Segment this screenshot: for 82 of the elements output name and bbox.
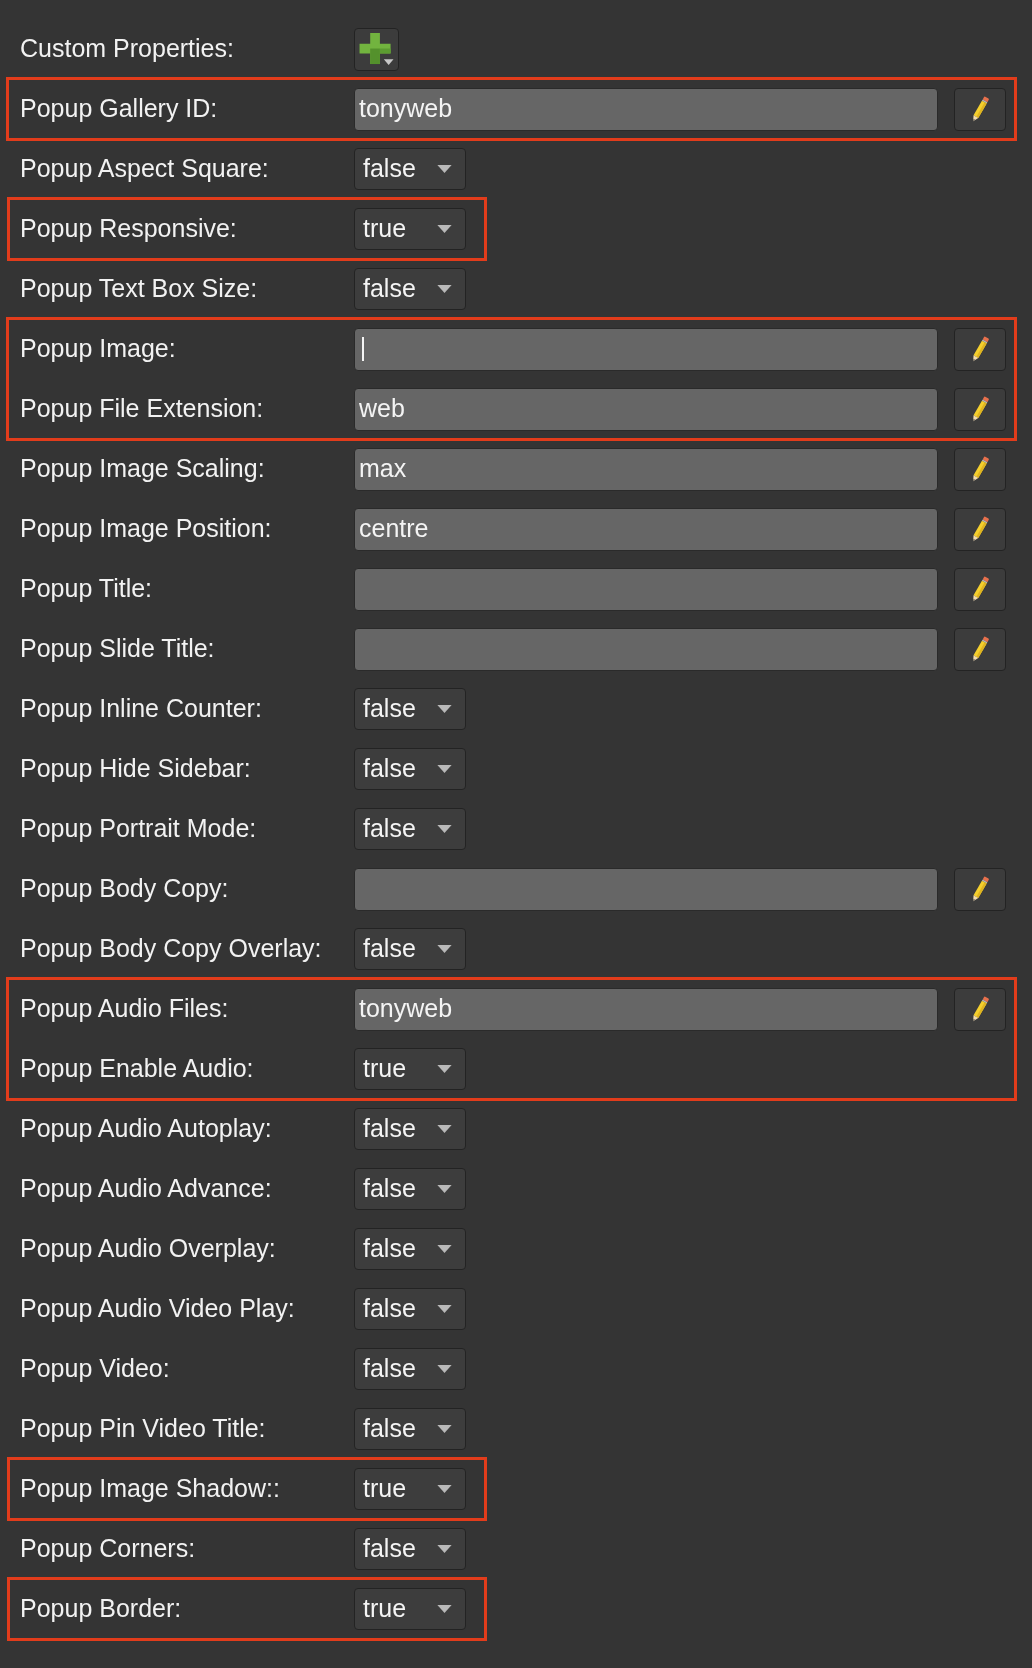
text-field[interactable]: tonyweb	[354, 87, 938, 131]
dropdown[interactable]: true	[354, 208, 466, 250]
add-button[interactable]	[354, 27, 399, 71]
dropdown[interactable]: false	[354, 688, 466, 730]
text-field[interactable]	[354, 867, 938, 911]
property-label: Popup Hide Sidebar:	[20, 753, 251, 785]
property-label: Popup Body Copy Overlay:	[20, 933, 322, 965]
text-field[interactable]: web	[354, 387, 938, 431]
edit-button[interactable]	[954, 567, 1006, 611]
property-label: Popup Portrait Mode:	[20, 813, 257, 845]
edit-button[interactable]	[954, 507, 1006, 551]
caret-icon	[437, 705, 452, 713]
text-field[interactable]: max	[354, 447, 938, 491]
property-label: Popup Enable Audio:	[20, 1053, 254, 1085]
dropdown[interactable]: false	[354, 1408, 466, 1450]
dropdown[interactable]: false	[354, 1108, 466, 1150]
caret-icon	[437, 1185, 452, 1193]
property-label: Popup Text Box Size:	[20, 273, 258, 305]
text-cursor	[362, 337, 364, 361]
property-label: Popup Aspect Square:	[20, 153, 269, 185]
edit-button[interactable]	[954, 87, 1006, 131]
edit-button[interactable]	[954, 447, 1006, 491]
dropdown[interactable]: false	[354, 808, 466, 850]
property-label: Popup File Extension:	[20, 393, 264, 425]
edit-button[interactable]	[954, 387, 1006, 431]
caret-icon	[437, 1305, 452, 1313]
section-label: Custom Properties:	[20, 33, 234, 65]
dropdown[interactable]: false	[354, 1288, 466, 1330]
dropdown[interactable]: false	[354, 1348, 466, 1390]
plus-icon	[358, 32, 395, 66]
dropdown[interactable]: false	[354, 748, 466, 790]
property-label: Popup Audio Autoplay:	[20, 1113, 272, 1145]
dropdown[interactable]: false	[354, 928, 466, 970]
property-label: Popup Inline Counter:	[20, 693, 262, 725]
property-label: Popup Border:	[20, 1593, 182, 1625]
dropdown[interactable]: false	[354, 1168, 466, 1210]
caret-icon	[437, 825, 452, 833]
property-label: Popup Image Scaling:	[20, 453, 265, 485]
caret-icon	[437, 1545, 452, 1553]
property-label: Popup Title:	[20, 573, 153, 605]
property-label: Popup Audio Video Play:	[20, 1293, 295, 1325]
property-label: Popup Corners:	[20, 1533, 196, 1565]
property-label: Popup Image Position:	[20, 513, 272, 545]
caret-icon	[437, 1245, 452, 1253]
dropdown[interactable]: true	[354, 1468, 466, 1510]
caret-icon	[437, 1365, 452, 1373]
property-label: Popup Audio Overplay:	[20, 1233, 276, 1265]
caret-icon	[437, 1125, 452, 1133]
text-field[interactable]	[354, 327, 938, 371]
property-label: Popup Image Shadow::	[20, 1473, 280, 1505]
dropdown[interactable]: false	[354, 1228, 466, 1270]
edit-button[interactable]	[954, 867, 1006, 911]
caret-icon	[437, 225, 452, 233]
property-label: Popup Image:	[20, 333, 176, 365]
caret-icon	[437, 1425, 452, 1433]
dropdown[interactable]: false	[354, 1528, 466, 1570]
caret-icon	[437, 1065, 452, 1073]
dropdown[interactable]: true	[354, 1588, 466, 1630]
dropdown[interactable]: true	[354, 1048, 466, 1090]
text-field[interactable]	[354, 627, 938, 671]
property-label: Popup Responsive:	[20, 213, 237, 245]
property-label: Popup Body Copy:	[20, 873, 229, 905]
edit-button[interactable]	[954, 327, 1006, 371]
caret-icon	[437, 1605, 452, 1613]
caret-icon	[437, 765, 452, 773]
property-label: Popup Audio Files:	[20, 993, 229, 1025]
text-field[interactable]: tonyweb	[354, 987, 938, 1031]
property-label: Popup Slide Title:	[20, 633, 215, 665]
dropdown[interactable]: false	[354, 148, 466, 190]
caret-icon	[437, 285, 452, 293]
text-field[interactable]: centre	[354, 507, 938, 551]
text-field[interactable]	[354, 567, 938, 611]
dropdown[interactable]: false	[354, 268, 466, 310]
caret-icon	[437, 165, 452, 173]
property-label: Popup Gallery ID:	[20, 93, 218, 125]
edit-button[interactable]	[954, 987, 1006, 1031]
property-label: Popup Audio Advance:	[20, 1173, 272, 1205]
caret-icon	[437, 1485, 452, 1493]
property-label: Popup Video:	[20, 1353, 170, 1385]
caret-icon	[437, 945, 452, 953]
edit-button[interactable]	[954, 627, 1006, 671]
property-label: Popup Pin Video Title:	[20, 1413, 266, 1445]
